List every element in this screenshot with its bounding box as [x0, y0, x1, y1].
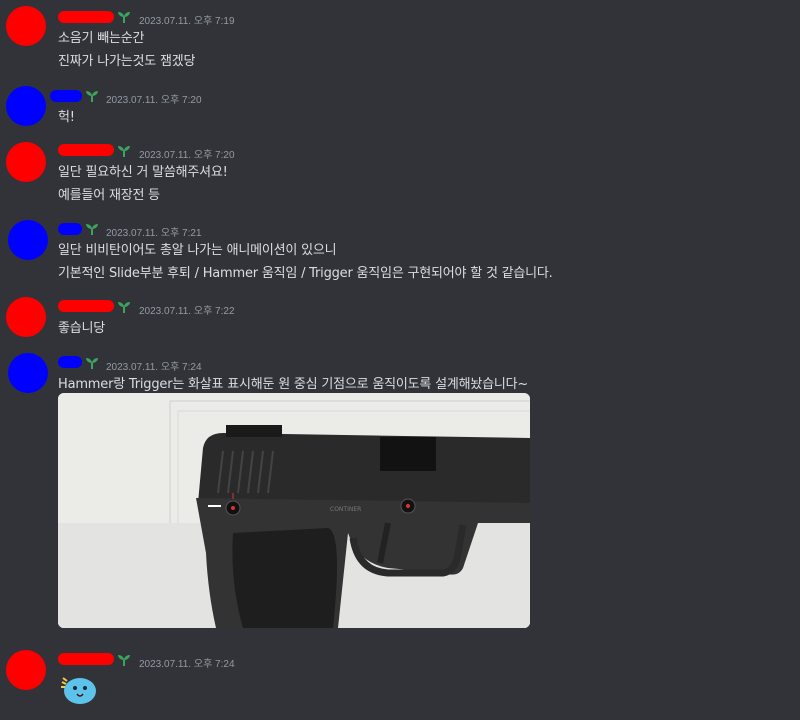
- message-text: Hammer랑 Trigger는 화살표 표시해둔 원 중심 기점으로 움직이도…: [58, 377, 529, 392]
- timestamp: 2023.07.11. 오후 7:21: [106, 228, 202, 239]
- timestamp: 2023.07.11. 오후 7:19: [139, 16, 235, 27]
- image-attachment[interactable]: CONTINER: [58, 393, 530, 628]
- timestamp: 2023.07.11. 오후 7:20: [139, 150, 235, 161]
- avatar[interactable]: [6, 650, 46, 690]
- blue-blob-emoji[interactable]: [58, 672, 98, 706]
- message-text: 일단 비비탄이어도 총알 나가는 애니메이션이 있으니: [58, 243, 337, 258]
- timestamp: 2023.07.11. 오후 7:24: [139, 659, 235, 670]
- sprout-icon: [86, 224, 98, 235]
- timestamp: 2023.07.11. 오후 7:24: [106, 362, 202, 373]
- avatar[interactable]: [6, 297, 46, 337]
- sprout-icon: [118, 12, 130, 23]
- sprout-icon: [86, 91, 98, 102]
- sprout-icon: [118, 146, 130, 157]
- username[interactable]: [58, 144, 114, 156]
- sprout-icon: [86, 358, 98, 369]
- avatar[interactable]: [6, 86, 46, 126]
- message-text: 진짜가 나가는것도 잼겠당: [58, 54, 196, 69]
- username[interactable]: [58, 653, 114, 665]
- message-text: 일단 필요하신 거 말씀해주셔요!: [58, 165, 228, 180]
- username[interactable]: [58, 11, 114, 23]
- avatar[interactable]: [6, 142, 46, 182]
- username[interactable]: [58, 223, 82, 235]
- engraving-text: CONTINER: [330, 506, 361, 513]
- sprout-icon: [118, 655, 130, 666]
- message-text: 좋습니당: [58, 321, 106, 336]
- avatar[interactable]: [8, 220, 48, 260]
- avatar[interactable]: [6, 6, 46, 46]
- username[interactable]: [58, 300, 114, 312]
- avatar[interactable]: [8, 353, 48, 393]
- message-text: 헉!: [58, 110, 75, 125]
- timestamp: 2023.07.11. 오후 7:20: [106, 95, 202, 106]
- pistol-model-screenshot: CONTINER: [58, 393, 530, 628]
- message-text: 소음기 빼는순간: [58, 31, 145, 46]
- message-text: 예를들어 재장전 등: [58, 188, 160, 203]
- username[interactable]: [50, 90, 82, 102]
- timestamp: 2023.07.11. 오후 7:22: [139, 306, 235, 317]
- username[interactable]: [58, 356, 82, 368]
- sprout-icon: [118, 302, 130, 313]
- message-text: 기본적인 Slide부분 후퇴 / Hammer 움직임 / Trigger 움…: [58, 266, 553, 281]
